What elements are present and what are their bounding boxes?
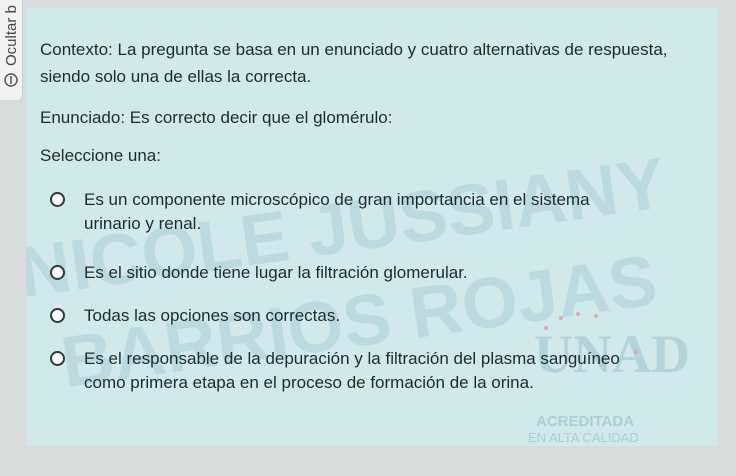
question-context: Contexto: La pregunta se basa en un enun… xyxy=(40,40,668,86)
radio-button[interactable] xyxy=(50,265,65,280)
select-one-label: Seleccione una: xyxy=(40,146,161,165)
question-panel: NICOLE JUSSIANY BARRIOS ROJAS UNAD ACRED… xyxy=(26,8,718,446)
answer-option-label[interactable]: Todas las opciones son correctas. xyxy=(84,304,644,328)
question-statement: Enunciado: Es correcto decir que el glom… xyxy=(40,108,393,127)
answer-option-4[interactable]: Es el responsable de la depuración y la … xyxy=(50,347,670,395)
hide-block-tab[interactable]: Ocultar b xyxy=(0,0,23,100)
hide-block-label: Ocultar b xyxy=(3,5,20,66)
answer-option-label[interactable]: Es el responsable de la depuración y la … xyxy=(84,347,644,395)
answer-option-3[interactable]: Todas las opciones son correctas. xyxy=(50,304,670,328)
collapse-icon xyxy=(4,73,18,87)
answer-option-2[interactable]: Es el sitio donde tiene lugar la filtrac… xyxy=(50,261,670,285)
answer-option-label[interactable]: Es un componente microscópico de gran im… xyxy=(84,188,644,236)
radio-button[interactable] xyxy=(50,192,65,207)
radio-button[interactable] xyxy=(50,308,65,323)
answer-option-label[interactable]: Es el sitio donde tiene lugar la filtrac… xyxy=(84,261,644,285)
radio-button[interactable] xyxy=(50,351,65,366)
answer-option-1[interactable]: Es un componente microscópico de gran im… xyxy=(50,188,670,236)
